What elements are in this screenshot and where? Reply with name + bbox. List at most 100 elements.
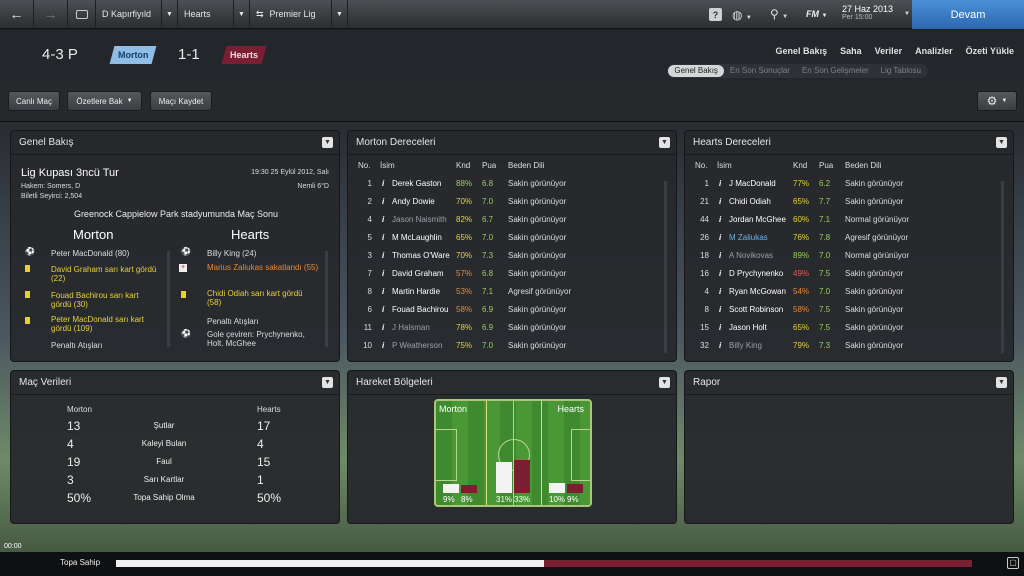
info-icon[interactable]: i: [382, 305, 384, 314]
player-name: Derek Gaston: [392, 179, 442, 188]
player-number: 7: [367, 269, 372, 278]
info-icon[interactable]: i: [382, 179, 384, 188]
away-team-badge[interactable]: Hearts: [221, 46, 267, 64]
rating-value: 7.0: [819, 287, 831, 296]
panel-menu-button[interactable]: ▼: [322, 377, 333, 388]
info-icon[interactable]: i: [382, 287, 384, 296]
heatmap-panel: Hareket Bölgeleri ▼ Morton Hearts 9% 8% 31%…: [347, 370, 677, 524]
info-icon[interactable]: i: [719, 323, 721, 332]
overview-title: Genel Bakış: [19, 137, 74, 148]
swap-icon: ⇆: [256, 8, 264, 19]
highlights-button[interactable]: Özetlere Bak ▼: [67, 91, 142, 111]
yellow-card-icon: [25, 317, 30, 324]
scrollbar[interactable]: [325, 251, 328, 347]
search-button[interactable]: ⚲ ▼: [770, 7, 788, 21]
home-event: Peter MacDonald (80): [51, 249, 130, 258]
back-button[interactable]: ←: [0, 0, 34, 29]
right-third-line: [541, 401, 542, 505]
continue-button[interactable]: Devam: [912, 0, 1024, 29]
nav-pitch[interactable]: Saha: [840, 46, 862, 56]
condition-value: 65%: [793, 197, 810, 206]
bus-button[interactable]: [68, 0, 96, 29]
rating-value: 6.8: [482, 269, 494, 278]
info-icon[interactable]: i: [382, 341, 384, 350]
player-name: Jason Holt: [729, 323, 767, 332]
column-header[interactable]: İsim: [717, 161, 732, 170]
column-header[interactable]: Beden Dili: [845, 161, 881, 170]
info-icon[interactable]: i: [719, 215, 721, 224]
tab-team-dropdown[interactable]: ▼: [234, 0, 250, 29]
nav-upload-highlights[interactable]: Özeti Yükle: [966, 46, 1014, 56]
condition-value: 65%: [793, 323, 810, 332]
tab-league[interactable]: ⇆ Premier Lig: [250, 0, 332, 29]
info-icon[interactable]: i: [719, 269, 721, 278]
column-header[interactable]: Pua: [482, 161, 496, 170]
column-header[interactable]: No.: [695, 161, 707, 170]
scrollbar[interactable]: [664, 181, 667, 353]
current-date: 27 Haz 2013: [842, 4, 894, 14]
subtab-latest-results[interactable]: En Son Sonuçlar: [724, 65, 796, 77]
panel-menu-button[interactable]: ▼: [659, 377, 670, 388]
player-number: 8: [704, 305, 709, 314]
away-event: Penaltı Atışları: [207, 317, 259, 326]
stats-away-value: 15: [257, 455, 271, 469]
expand-icon[interactable]: ▢: [1007, 557, 1019, 569]
info-icon[interactable]: i: [719, 233, 721, 242]
column-header[interactable]: No.: [358, 161, 370, 170]
info-icon[interactable]: i: [719, 179, 721, 188]
info-icon[interactable]: i: [382, 251, 384, 260]
scrollbar[interactable]: [1001, 181, 1004, 353]
help-button[interactable]: ?: [709, 8, 722, 21]
column-header[interactable]: Beden Dili: [508, 161, 544, 170]
body-language: Sakin görünüyor: [845, 269, 904, 278]
column-header[interactable]: Knd: [456, 161, 470, 170]
info-icon[interactable]: i: [382, 197, 384, 206]
date-button[interactable]: 27 Haz 2013 Per 15:00 ▼: [842, 4, 910, 26]
zone-percent: 9%: [567, 495, 579, 504]
player-number: 18: [700, 251, 709, 260]
info-icon[interactable]: i: [382, 269, 384, 278]
info-icon[interactable]: i: [719, 305, 721, 314]
body-language: Normal görünüyor: [845, 215, 910, 224]
tab-team[interactable]: Hearts: [178, 0, 234, 29]
overview-panel: Genel Bakış ▼ Lig Kupası 3ncü Tur 19:30 2…: [10, 130, 340, 362]
nav-analysis[interactable]: Analizler: [915, 46, 953, 56]
scrollbar[interactable]: [167, 251, 170, 347]
info-icon[interactable]: i: [719, 341, 721, 350]
save-match-button[interactable]: Maçı Kaydet: [150, 91, 212, 111]
forward-button[interactable]: →: [34, 0, 68, 29]
match-stats-header: Maç Verileri ▼: [11, 371, 339, 395]
column-header[interactable]: Knd: [793, 161, 807, 170]
info-icon[interactable]: i: [719, 197, 721, 206]
subtab-latest-news[interactable]: En Son Gelişmeler: [796, 65, 875, 77]
globe-button[interactable]: ◍ ▼: [732, 8, 752, 22]
tab-league-dropdown[interactable]: ▼: [332, 0, 348, 29]
panel-menu-button[interactable]: ▼: [996, 137, 1007, 148]
panel-menu-button[interactable]: ▼: [322, 137, 333, 148]
body-language: Sakin görünüyor: [508, 179, 567, 188]
player-name: M Zaliukas: [729, 233, 768, 242]
subtab-overview[interactable]: Genel Bakış: [668, 65, 724, 77]
column-header[interactable]: İsim: [380, 161, 395, 170]
settings-button[interactable]: ⚙ ▼: [977, 91, 1017, 111]
subtab-league-table[interactable]: Lig Tablosu: [875, 65, 927, 77]
player-name: Jordan McGhee: [729, 215, 786, 224]
nav-stats[interactable]: Veriler: [875, 46, 903, 56]
panel-menu-button[interactable]: ▼: [996, 377, 1007, 388]
match-competition: Lig Kupası 3ncü Tur: [21, 167, 119, 179]
tab-club[interactable]: D Kapırfiyıld: [96, 0, 162, 29]
tab-club-dropdown[interactable]: ▼: [162, 0, 178, 29]
column-header[interactable]: Pua: [819, 161, 833, 170]
info-icon[interactable]: i: [719, 287, 721, 296]
zone-percent: 33%: [514, 495, 531, 504]
info-icon[interactable]: i: [382, 215, 384, 224]
panel-menu-button[interactable]: ▼: [659, 137, 670, 148]
info-icon[interactable]: i: [382, 323, 384, 332]
live-match-button[interactable]: Canlı Maç: [8, 91, 60, 111]
info-icon[interactable]: i: [382, 233, 384, 242]
fm-menu-button[interactable]: FM ▼: [806, 9, 827, 19]
home-team-badge[interactable]: Morton: [109, 46, 157, 64]
rating-value: 7.0: [819, 251, 831, 260]
nav-overview[interactable]: Genel Bakış: [776, 46, 828, 56]
info-icon[interactable]: i: [719, 251, 721, 260]
